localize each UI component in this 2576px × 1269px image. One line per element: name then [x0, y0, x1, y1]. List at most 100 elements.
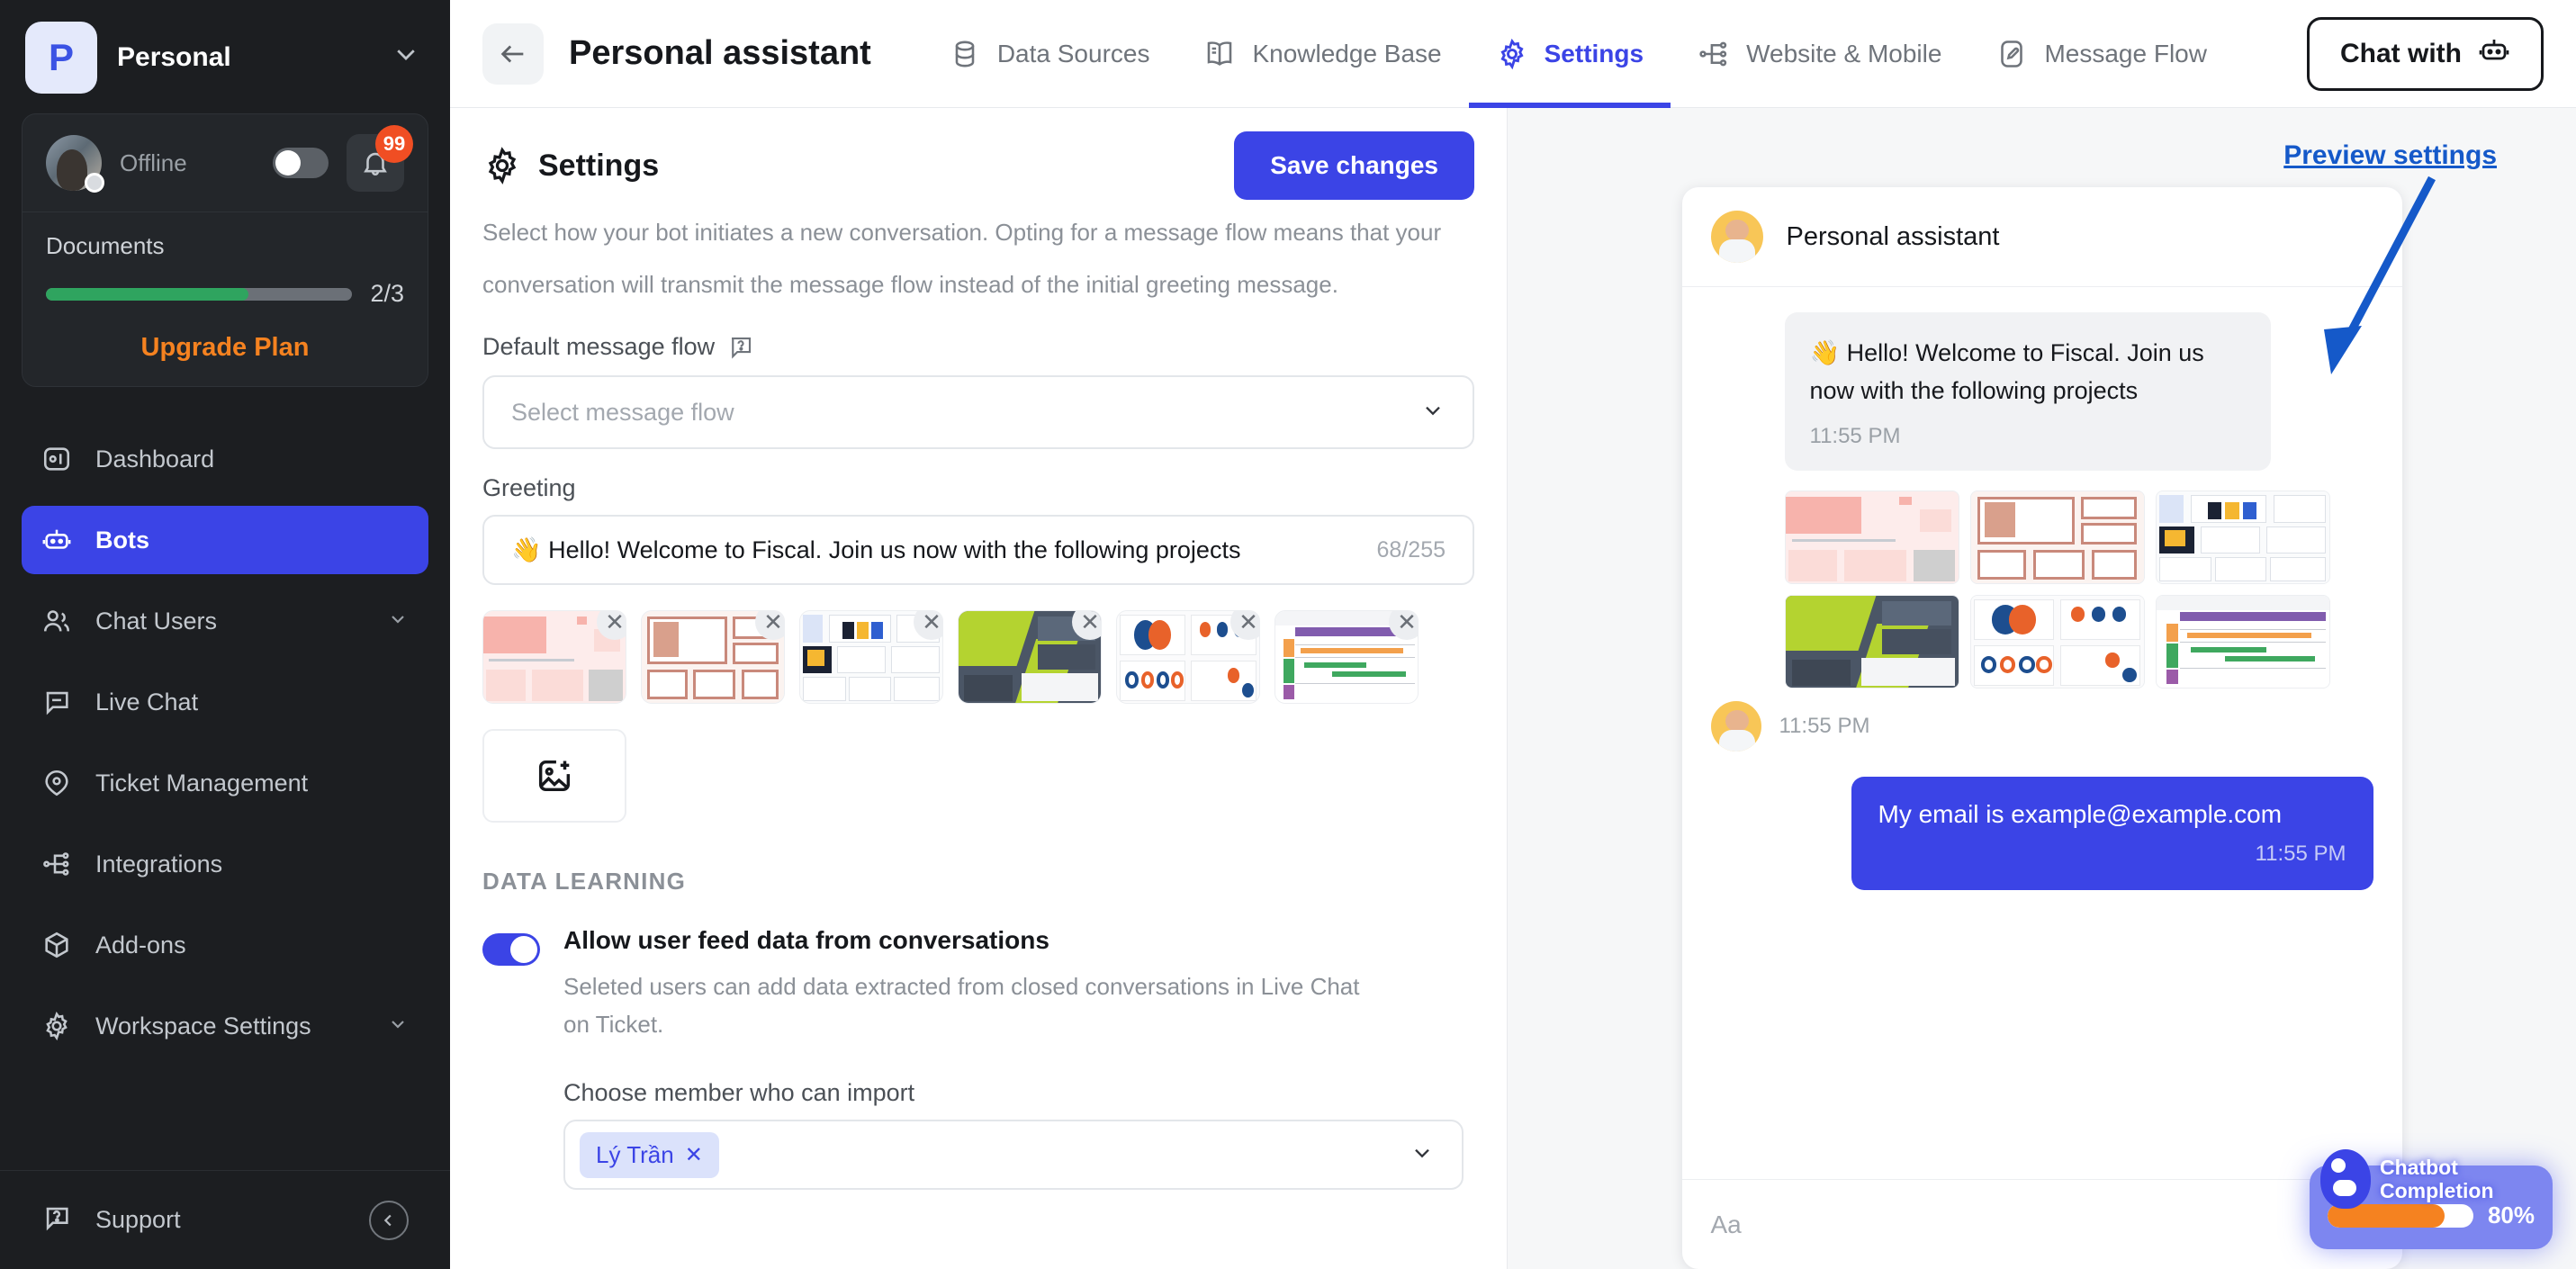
question-icon[interactable]: [727, 334, 754, 361]
bot-message-time: 11:55 PM: [1809, 424, 1901, 448]
presence-label: Offline: [120, 148, 187, 176]
tab-label: Data Sources: [996, 39, 1150, 68]
settings-header: Settings Save changes: [450, 108, 1507, 216]
presence-row: Offline 99: [23, 114, 428, 212]
sidebar-item-workspace-settings[interactable]: Workspace Settings: [22, 992, 428, 1060]
chat-image-thumbnail[interactable]: [1969, 490, 2145, 584]
chat-with-bot-button[interactable]: Chat with: [2307, 16, 2544, 91]
settings-panel: Settings Save changes Select how your bo…: [450, 108, 1508, 1269]
notifications-button[interactable]: 99: [347, 125, 413, 192]
chatbot-completion-widget[interactable]: Chatbot Completion 80%: [2310, 1149, 2553, 1249]
greeting-attachments: ✕ ✕ ✕ ✕ ✕ ✕: [482, 610, 1464, 704]
settings-title: Settings: [538, 148, 660, 183]
workspace-switcher[interactable]: P Personal: [0, 0, 450, 113]
tab-data-sources[interactable]: Data Sources: [922, 0, 1177, 108]
choose-member-select[interactable]: Lý Trần ✕: [563, 1120, 1464, 1190]
sidebar-item-add-ons[interactable]: Add-ons: [22, 911, 428, 979]
nodes-icon: [41, 849, 72, 879]
attachment-thumbnail[interactable]: ✕: [958, 610, 1102, 704]
chevron-down-icon: [387, 608, 409, 635]
allow-user-feed-title: Allow user feed data from conversations: [563, 926, 1049, 954]
sidebar-item-label: Workspace Settings: [95, 1012, 311, 1040]
chat-image-thumbnail[interactable]: [2155, 595, 2330, 688]
robot-icon: [2478, 34, 2510, 74]
data-learning-row: Allow user feed data from conversations …: [482, 926, 1474, 1190]
allow-user-feed-toggle[interactable]: [482, 933, 540, 966]
tab-label: Knowledge Base: [1252, 39, 1442, 68]
field-label-text: Default message flow: [482, 333, 716, 360]
chat-image-thumbnail[interactable]: [1784, 595, 1959, 688]
preview-settings-annotation: Preview settings: [2283, 140, 2497, 170]
support-label[interactable]: Support: [95, 1206, 346, 1234]
collapse-sidebar-button[interactable]: [369, 1200, 409, 1240]
sidebar-item-ticket-management[interactable]: Ticket Management: [22, 749, 428, 817]
data-learning-section-label: DATA LEARNING: [482, 868, 686, 895]
message-flow-select[interactable]: Select message flow: [482, 375, 1474, 449]
users-icon: [41, 606, 72, 636]
chat-image-thumbnail[interactable]: [1784, 490, 1959, 584]
attachment-thumbnail[interactable]: ✕: [1116, 610, 1260, 704]
avatar: [1710, 211, 1763, 263]
attachment-thumbnail[interactable]: ✕: [1274, 610, 1419, 704]
greeting-char-count: 68/255: [1376, 536, 1446, 562]
chat-message-list: 👋 Hello! Welcome to Fiscal. Join us now …: [1682, 287, 2402, 1179]
settings-description-clipped: Select how your bot initiates a new conv…: [482, 219, 1442, 246]
greeting-input[interactable]: 👋 Hello! Welcome to Fiscal. Join us now …: [482, 515, 1474, 585]
presence-dot: [85, 173, 104, 193]
status-card: Offline 99 Documents 2/3 Upgrade Plan: [22, 113, 428, 387]
settings-description-line2: conversation will transmit the message f…: [482, 271, 1338, 298]
chevron-down-icon: [392, 40, 425, 75]
tab-knowledge-base[interactable]: Knowledge Base: [1176, 0, 1468, 108]
dashboard-icon: [41, 444, 72, 474]
settings-scroll-area[interactable]: Select how your bot initiates a new conv…: [450, 216, 1507, 1269]
member-chip[interactable]: Lý Trần ✕: [580, 1131, 719, 1178]
documents-quota: Documents 2/3 Upgrade Plan: [23, 212, 428, 386]
chat-input-row[interactable]: Aa: [1681, 1179, 2402, 1269]
notification-badge: 99: [375, 125, 413, 163]
user-message-text: My email is example@example.com: [1878, 800, 2283, 828]
nodes-icon: [1698, 38, 1730, 70]
sidebar-item-bots[interactable]: Bots: [22, 506, 428, 574]
sidebar-item-dashboard[interactable]: Dashboard: [22, 425, 428, 493]
bot-message-bubble: 👋 Hello! Welcome to Fiscal. Join us now …: [1784, 312, 2271, 471]
add-image-button[interactable]: [482, 729, 626, 823]
save-changes-button[interactable]: Save changes: [1234, 131, 1474, 200]
sidebar-item-label: Ticket Management: [95, 769, 309, 796]
sidebar-item-chat-users[interactable]: Chat Users: [22, 587, 428, 655]
user-message-time: 11:55 PM: [2255, 842, 2346, 866]
sidebar-item-live-chat[interactable]: Live Chat: [22, 668, 428, 736]
sidebar-item-label: Chat Users: [95, 607, 218, 634]
member-chip-label: Lý Trần: [596, 1140, 674, 1168]
upgrade-plan-link[interactable]: Upgrade Plan: [46, 308, 404, 363]
chat-image-thumbnail[interactable]: [2155, 490, 2330, 584]
attachment-thumbnail[interactable]: ✕: [799, 610, 943, 704]
bot-message-images: [1784, 490, 2373, 688]
sidebar-item-integrations[interactable]: Integrations: [22, 830, 428, 898]
sidebar-item-label: Dashboard: [95, 445, 215, 472]
close-icon[interactable]: ✕: [685, 1142, 703, 1168]
tab-settings[interactable]: Settings: [1468, 0, 1671, 108]
attachment-thumbnail[interactable]: ✕: [482, 610, 626, 704]
avatar: [46, 135, 104, 193]
main-area: Personal assistant Data Sources Knowledg…: [450, 0, 2576, 1269]
app-root: P Personal Offline 99 Documents 2/3 Upgr…: [0, 0, 2576, 1269]
bot-message-text: 👋 Hello! Welcome to Fiscal. Join us now …: [1809, 339, 2204, 404]
tag-icon: [41, 768, 72, 798]
chat-image-thumbnail[interactable]: [1969, 595, 2145, 688]
attachment-thumbnail[interactable]: ✕: [641, 610, 785, 704]
question-bubble-icon: [41, 1202, 72, 1238]
chevron-down-icon: [1420, 397, 1446, 428]
arrow-down-left-icon: [2324, 176, 2436, 374]
user-message-bubble: My email is example@example.com 11:55 PM: [1851, 777, 2373, 890]
gear-icon: [1496, 38, 1528, 70]
chat-bot-name: Personal assistant: [1786, 221, 2000, 251]
tab-message-flow[interactable]: Message Flow: [1968, 0, 2234, 108]
page-title: Personal assistant: [569, 34, 871, 72]
back-button[interactable]: [482, 22, 544, 85]
tab-label: Message Flow: [2044, 39, 2207, 68]
arrow-left-icon: [500, 44, 524, 63]
tab-website-mobile[interactable]: Website & Mobile: [1671, 0, 1968, 108]
topbar: Personal assistant Data Sources Knowledg…: [450, 0, 2576, 108]
robot-icon: [41, 525, 72, 555]
presence-toggle[interactable]: [273, 148, 329, 178]
